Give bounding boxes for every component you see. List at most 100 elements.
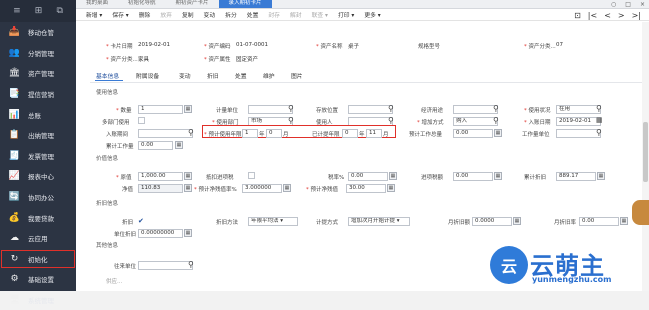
sidebar-item-marketing[interactable]: 📑 提信营销 [0,84,76,105]
depr-years-input[interactable]: 0 [342,129,358,138]
calculator-icon[interactable]: ▦ [513,217,521,225]
grid-icon[interactable]: ⊞ [35,6,43,16]
tab-depreciation[interactable]: 折旧 [207,71,219,80]
calculator-icon[interactable]: ▦ [184,105,192,113]
accum-depr-input[interactable]: 889.17 [556,172,596,181]
scrollbar-thumb[interactable] [643,122,648,182]
sidebar-item-init[interactable]: ↻ 初始化 [0,249,76,270]
used-years-input[interactable]: 1 [242,129,258,138]
save-button[interactable]: 保存 ▾ [112,10,128,19]
new-button[interactable]: 新增 ▾ [86,10,102,19]
calculator-icon[interactable]: ▦ [389,172,397,180]
search-icon[interactable]: ⚲ [388,116,394,125]
tab-init-nav[interactable]: 初始化导航 [118,0,166,8]
sidebar-item-loans[interactable]: 💰 我要贷款 [0,207,76,228]
qty-input[interactable]: 1 [138,105,183,114]
tab-disposal[interactable]: 处置 [235,71,247,80]
used-months-input[interactable]: 0 [266,129,282,138]
workload-input[interactable]: 0.00 [453,129,493,138]
calculator-icon[interactable]: ▦ [387,184,395,192]
economic-use-input[interactable] [453,105,498,114]
input-tax-input[interactable]: 0.00 [453,172,493,181]
prev-record-icon[interactable]: < [604,11,611,20]
sidebar-item-ledger[interactable]: 📊 总账 [0,104,76,125]
dispose-button[interactable]: 处置 [247,10,259,19]
tab-enter-card[interactable]: 录入期初卡片 [218,0,272,8]
entry-no-input[interactable] [138,129,193,138]
more-button[interactable]: 更多 ▾ [364,10,380,19]
entry-date-input[interactable]: 2019-02-01 [556,117,601,126]
copy-button[interactable]: 复制 [182,10,194,19]
search-icon[interactable]: ⚲ [596,104,602,113]
unit-input[interactable] [248,105,293,114]
calculator-icon[interactable]: ▦ [184,229,192,237]
tab-changes[interactable]: 变动 [179,71,191,80]
depr-checkbox[interactable]: ✔ [138,217,144,225]
tab-maintenance[interactable]: 维护 [263,71,275,80]
close-icon[interactable]: × [640,0,645,9]
change-button[interactable]: 变动 [204,10,216,19]
sidebar-item-system[interactable]: 🖥 系统管理 [0,290,76,310]
resid-value-input[interactable]: 30.00 [346,184,386,193]
sidebar-item-basic-settings[interactable]: ⚙ 基础设置 [0,269,76,290]
accum-work-input[interactable]: 0.00 [138,141,173,150]
tab-basic-info[interactable]: 基本信息 [96,71,119,80]
calculator-icon[interactable]: ▦ [620,217,628,225]
offset-tax-checkbox[interactable] [248,172,255,179]
sidebar-item-reports[interactable]: 📈 报表中心 [0,166,76,187]
tab-attached-equipment[interactable]: 附属设备 [136,71,159,80]
unit-depr-input[interactable]: 0.00000000 [138,229,183,238]
calc-method-select[interactable]: 增加次月开始计提 ▾ [348,217,410,226]
calculator-icon[interactable]: ▦ [597,172,605,180]
print-button[interactable]: 打印 ▾ [338,10,354,19]
next-record-icon[interactable]: > [618,11,625,20]
tab-asset-cards[interactable]: 期初资产卡片 [166,0,219,8]
monthly-rate-input[interactable]: 0.00 [579,217,619,226]
add-method-input[interactable]: 购入 [453,117,498,126]
calculator-icon[interactable]: ▦ [283,184,291,192]
first-record-icon[interactable]: |< [588,11,597,20]
search-icon[interactable]: ⚲ [493,116,499,125]
monthly-depr-input[interactable]: 0.0000 [472,217,512,226]
last-record-icon[interactable]: >| [632,11,641,20]
depr-months-input[interactable]: 11 [366,129,382,138]
menu-icon[interactable]: ≡ [13,6,21,16]
assistant-mascot-icon[interactable] [632,200,649,225]
calendar-icon[interactable]: ▦ [596,116,603,124]
search-icon[interactable]: ⚲ [188,128,194,137]
status-input[interactable]: 在用 [556,105,601,114]
sidebar-item-invoice[interactable]: 🧾 发票管理 [0,146,76,167]
partner-input[interactable] [138,261,193,270]
calculator-icon[interactable]: ▦ [184,172,192,180]
location-input[interactable] [348,105,393,114]
calculator-icon[interactable]: ▦ [175,141,183,149]
tax-rate-input[interactable]: 0.00 [348,172,388,181]
sidebar-item-collab[interactable]: 🔄 协同办公 [0,187,76,208]
search-icon[interactable]: ⚲ [288,104,294,113]
orig-value-input[interactable]: 1,000.00 [138,172,183,181]
multi-dept-checkbox[interactable] [138,117,145,124]
restore-icon[interactable]: ○ [611,0,616,9]
lookup-button[interactable]: 联查 ▾ [312,10,328,19]
calculator-icon[interactable]: ▦ [494,172,502,180]
sidebar-item-assets[interactable]: 🏛 资产管理 [0,63,76,84]
resid-rate-input[interactable]: 3.000000 [242,184,282,193]
window-icon[interactable]: ⧉ [56,6,62,16]
calculator-icon[interactable]: ▦ [494,129,502,137]
search-icon[interactable]: ⚲ [188,260,194,269]
view-icon[interactable]: ⊡ [574,11,581,20]
search-icon[interactable]: ⚲ [288,116,294,125]
depr-method-select[interactable]: 年限平均法 ▾ [248,217,298,226]
search-icon[interactable]: ⚲ [596,128,602,137]
discard-button[interactable]: 放弃 [160,10,172,19]
delete-button[interactable]: 删除 [139,10,151,19]
unseal-button[interactable]: 解封 [290,10,302,19]
tab-pictures[interactable]: 图片 [291,71,303,80]
maximize-icon[interactable]: □ [625,0,631,9]
work-unit-input[interactable] [556,129,601,138]
search-icon[interactable]: ⚲ [493,104,499,113]
search-icon[interactable]: ⚲ [388,104,394,113]
split-button[interactable]: 拆分 [225,10,237,19]
calculator-icon[interactable]: ▦ [184,184,192,192]
sidebar-item-cloud-apps[interactable]: ☁ 云应用 [0,228,76,249]
